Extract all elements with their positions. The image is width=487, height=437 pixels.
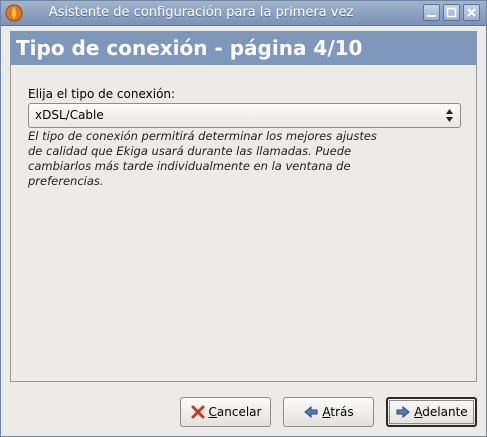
title-bar[interactable]: Asistente de configuración para la prime…	[1, 1, 486, 26]
wizard-window: Asistente de configuración para la prime…	[0, 0, 487, 437]
back-button[interactable]: Atrás	[283, 397, 374, 427]
window-title: Asistente de configuración para la prime…	[48, 5, 354, 20]
maximize-icon	[446, 7, 457, 18]
minimize-icon	[427, 15, 436, 17]
maximize-button[interactable]	[443, 4, 460, 21]
connection-type-select[interactable]: xDSL/Cable	[28, 103, 461, 128]
cancel-button-label: Cancelar	[208, 405, 262, 419]
connection-description: El tipo de conexión permitirá determinar…	[28, 129, 377, 188]
forward-button-label: Adelante	[414, 405, 468, 419]
page-header: Tipo de conexión - página 4/10	[10, 31, 477, 65]
connection-type-label: Elija el tipo de conexión:	[28, 87, 176, 101]
updown-arrows-icon	[446, 109, 453, 122]
close-icon	[467, 8, 476, 17]
forward-button[interactable]: Adelante	[386, 397, 477, 427]
page-title: Tipo de conexión - página 4/10	[16, 36, 363, 60]
connection-type-value: xDSL/Cable	[35, 108, 104, 122]
close-button[interactable]	[463, 4, 480, 21]
cancel-x-icon	[191, 405, 205, 419]
back-button-label: Atrás	[322, 405, 354, 419]
minimize-button[interactable]	[423, 4, 440, 21]
cancel-button[interactable]: Cancelar	[180, 397, 271, 427]
arrow-right-icon	[396, 405, 411, 419]
arrow-left-icon	[304, 405, 318, 419]
